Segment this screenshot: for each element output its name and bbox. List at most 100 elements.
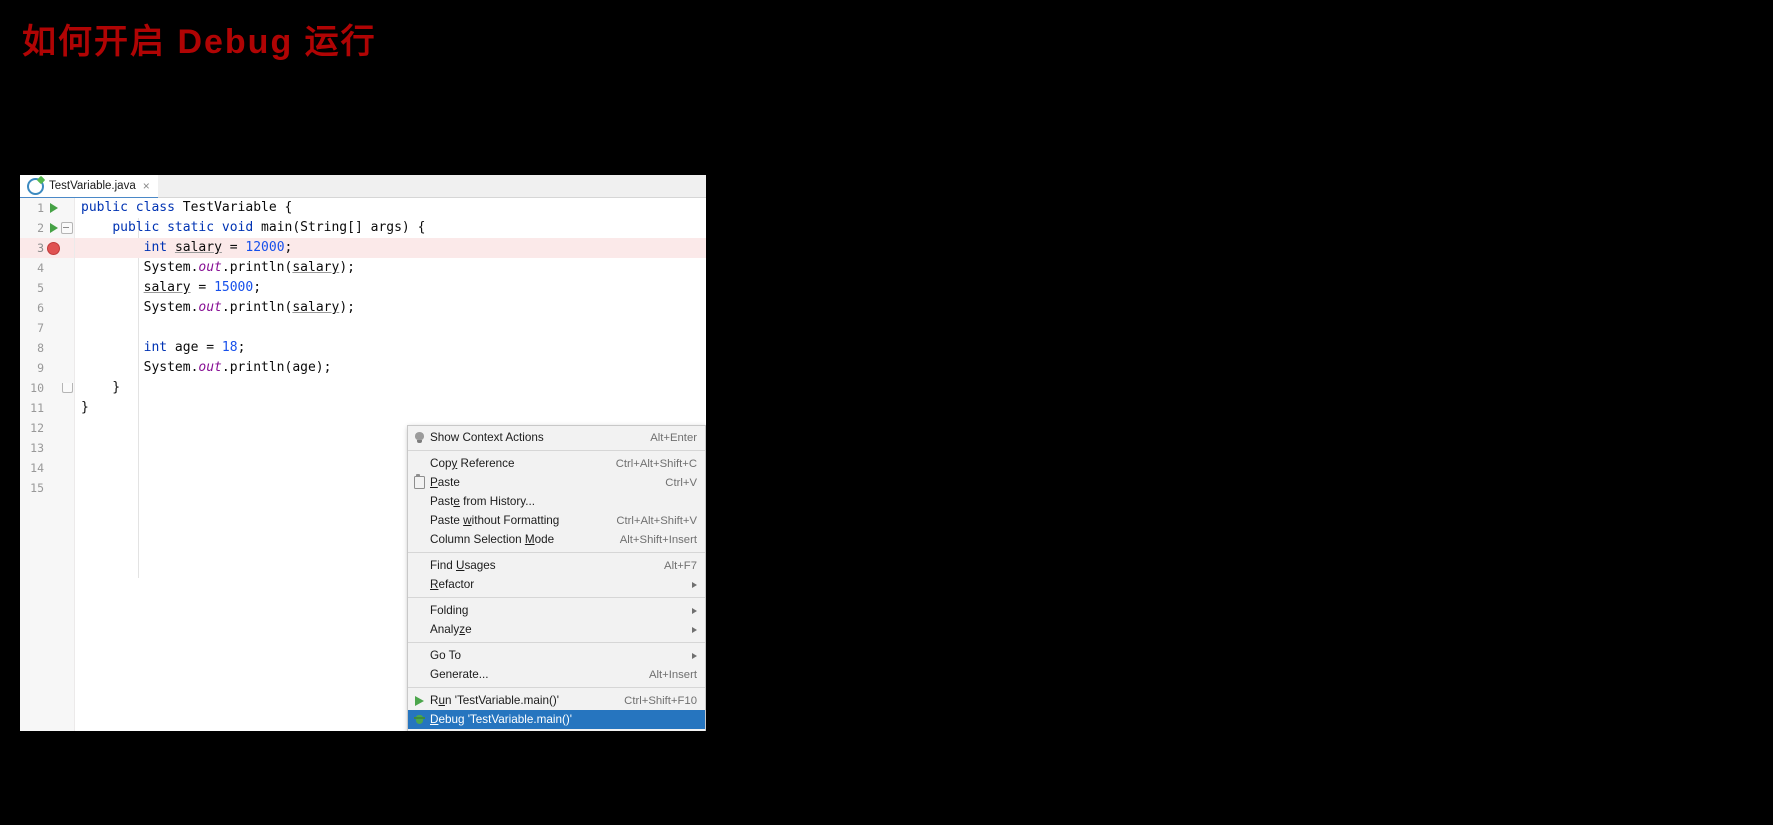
- menu-item[interactable]: Analyze: [408, 620, 705, 639]
- menu-item[interactable]: Run 'TestVariable.main()' Ctrl+Shift+F10: [408, 691, 705, 710]
- editor-tab-bar: TestVariable.java ×: [20, 175, 706, 199]
- line-number: 9: [37, 361, 44, 375]
- gutter-line[interactable]: 4: [20, 258, 74, 278]
- menu-item[interactable]: Generate... Alt+Insert: [408, 665, 705, 684]
- menu-item-shortcut: Alt+Shift+Insert: [619, 533, 697, 546]
- line-number: 14: [30, 461, 44, 475]
- menu-item-label: Paste from History...: [430, 495, 536, 508]
- clipboard-icon: [408, 474, 430, 489]
- line-number: 8: [37, 341, 44, 355]
- gutter-line[interactable]: 8: [20, 338, 74, 358]
- line-number: 15: [30, 481, 44, 495]
- gutter-line[interactable]: 5: [20, 278, 74, 298]
- code-line[interactable]: System.out.println(salary);: [75, 298, 706, 318]
- code-line[interactable]: public class TestVariable {: [75, 198, 706, 218]
- breakpoint-icon[interactable]: [46, 241, 60, 255]
- gutter-line[interactable]: 6: [20, 298, 74, 318]
- gutter-line[interactable]: 7: [20, 318, 74, 338]
- menu-separator: [408, 450, 705, 451]
- run-play-icon: [408, 695, 430, 706]
- code-line[interactable]: }: [75, 378, 706, 398]
- menu-item-label: Paste without Formatting: [430, 514, 560, 527]
- menu-item-label: Copy Reference: [430, 457, 515, 470]
- menu-item-label: Generate...: [430, 668, 489, 681]
- gutter-line[interactable]: 3: [20, 238, 74, 258]
- gutter-line[interactable]: 10: [20, 378, 74, 398]
- chevron-right-icon: [692, 626, 697, 633]
- menu-item-shortcut: Ctrl+V: [665, 476, 697, 489]
- menu-item[interactable]: Find Usages Alt+F7: [408, 556, 705, 575]
- clipboard-icon-glyph: [413, 474, 425, 489]
- gutter-line[interactable]: 1: [20, 198, 74, 218]
- fold-collapse-icon[interactable]: [60, 222, 74, 234]
- lightbulb-icon: [408, 431, 430, 444]
- menu-item-shortcut: Ctrl+Shift+F10: [624, 694, 697, 707]
- debug-bug-icon: [408, 714, 430, 725]
- run-play-icon-glyph: [414, 695, 424, 706]
- menu-item-label: Analyze: [430, 623, 472, 636]
- line-number: 2: [37, 221, 44, 235]
- editor-tab-label: TestVariable.java: [49, 180, 136, 192]
- menu-item-shortcut: Alt+F7: [664, 559, 697, 572]
- menu-item-label: Folding: [430, 604, 469, 617]
- fold-end-icon[interactable]: [60, 383, 74, 393]
- menu-item[interactable]: Folding: [408, 601, 705, 620]
- menu-separator: [408, 642, 705, 643]
- line-number: 10: [30, 381, 44, 395]
- chevron-right-icon: [692, 581, 697, 588]
- editor-gutter[interactable]: 1 2 3 4 5 6 7 8 9 10 11 12 13 14 15: [20, 198, 75, 731]
- gutter-line[interactable]: 9: [20, 358, 74, 378]
- code-line[interactable]: int salary = 12000;: [75, 238, 706, 258]
- line-number: 3: [37, 241, 44, 255]
- menu-item-label: Paste: [430, 476, 460, 489]
- menu-item-shortcut: Ctrl+Alt+Shift+C: [615, 457, 697, 470]
- menu-item[interactable]: Go To: [408, 646, 705, 665]
- menu-item[interactable]: Copy Reference Ctrl+Alt+Shift+C: [408, 454, 705, 473]
- line-number: 6: [37, 301, 44, 315]
- debug-bug-icon-glyph: [413, 714, 425, 725]
- code-line[interactable]: }: [75, 398, 706, 418]
- menu-item-label: Run 'TestVariable.main()': [430, 694, 559, 707]
- line-number: 11: [30, 401, 44, 415]
- gutter-line[interactable]: 15: [20, 478, 74, 498]
- code-line[interactable]: public static void main(String[] args) {: [75, 218, 706, 238]
- menu-item[interactable]: Paste Ctrl+V: [408, 473, 705, 492]
- run-gutter-arrow-icon[interactable]: [46, 223, 60, 233]
- line-number: 5: [37, 281, 44, 295]
- play-triangle-icon: [49, 223, 58, 233]
- menu-item[interactable]: Refactor: [408, 575, 705, 594]
- code-line[interactable]: System.out.println(age);: [75, 358, 706, 378]
- gutter-line[interactable]: 2: [20, 218, 74, 238]
- gutter-line[interactable]: 14: [20, 458, 74, 478]
- menu-item-label: Go To: [430, 649, 461, 662]
- gutter-line[interactable]: 13: [20, 438, 74, 458]
- line-number: 7: [37, 321, 44, 335]
- editor-tab-testvariable[interactable]: TestVariable.java ×: [20, 175, 158, 199]
- menu-item[interactable]: Column Selection Mode Alt+Shift+Insert: [408, 530, 705, 549]
- chevron-right-icon: [692, 652, 697, 659]
- menu-item-label: Column Selection Mode: [430, 533, 555, 546]
- menu-item[interactable]: Run 'TestVariable.main()' with Coverage: [408, 729, 705, 731]
- menu-item[interactable]: Debug 'TestVariable.main()': [408, 710, 705, 729]
- code-line[interactable]: int age = 18;: [75, 338, 706, 358]
- fold-arrow-icon: [61, 222, 73, 234]
- menu-separator: [408, 687, 705, 688]
- page-title: 如何开启 Debug 运行: [22, 23, 377, 61]
- run-gutter-arrow-icon[interactable]: [46, 203, 60, 213]
- close-icon[interactable]: ×: [141, 180, 150, 192]
- editor-context-menu[interactable]: Show Context Actions Alt+Enter Copy Refere…: [407, 425, 706, 731]
- code-line[interactable]: salary = 15000;: [75, 278, 706, 298]
- menu-item-shortcut: Alt+Insert: [648, 668, 697, 681]
- menu-item[interactable]: Paste without Formatting Ctrl+Alt+Shift+V: [408, 511, 705, 530]
- menu-item[interactable]: Show Context Actions Alt+Enter: [408, 428, 705, 447]
- menu-item-shortcut: Alt+Enter: [650, 431, 697, 444]
- fold-bracket-icon: [61, 383, 73, 393]
- menu-item-label: Show Context Actions: [430, 431, 544, 444]
- gutter-line[interactable]: 11: [20, 398, 74, 418]
- gutter-line[interactable]: 12: [20, 418, 74, 438]
- play-triangle-icon: [49, 203, 58, 213]
- line-number: 4: [37, 261, 44, 275]
- menu-item[interactable]: Paste from History...: [408, 492, 705, 511]
- code-line[interactable]: [75, 318, 706, 338]
- code-line[interactable]: System.out.println(salary);: [75, 258, 706, 278]
